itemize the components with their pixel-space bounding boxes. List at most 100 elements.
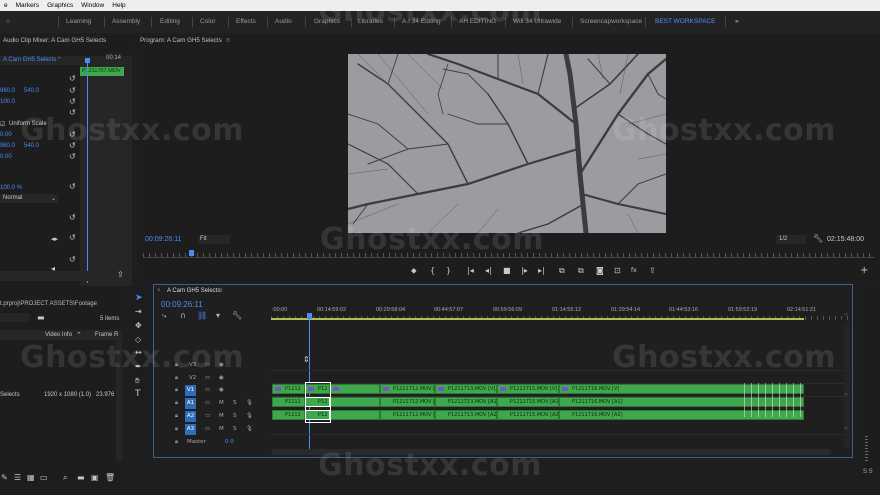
timeline-settings-icon[interactable]: 🔧︎ <box>232 311 242 320</box>
program-playhead[interactable] <box>189 250 194 256</box>
source-dropdown[interactable]: A Cam GH5 Selects * <box>3 57 60 63</box>
track-target-v1[interactable]: V1 <box>185 385 196 396</box>
reset-icon[interactable]: ↺ <box>69 87 76 95</box>
scrollbar[interactable] <box>124 56 132 286</box>
nest-icon[interactable]: ⤷ <box>162 311 166 320</box>
type-tool-icon[interactable]: T <box>135 390 141 399</box>
clip-a2[interactable] <box>330 410 380 420</box>
search-icon[interactable]: ⌕ <box>63 474 67 482</box>
lock-icon[interactable]: 🔒︎ <box>175 426 178 433</box>
lock-icon[interactable]: 🔒︎ <box>175 387 178 394</box>
workspace-tab-color[interactable]: Color <box>200 18 216 25</box>
mic-icon[interactable]: 🎙︎ <box>246 426 253 432</box>
keyframe-icon[interactable]: ◂▸ <box>51 235 58 243</box>
comparison-icon[interactable]: ⊡ <box>614 267 621 275</box>
val-000[interactable]: 0.00 <box>0 132 12 138</box>
eye-icon[interactable]: ◉ <box>219 375 224 381</box>
clip-a2[interactable]: P1211712.MOV [A2] <box>380 410 435 420</box>
position-x[interactable]: 960.0 <box>0 88 15 94</box>
track-target-a3[interactable]: A3 <box>185 424 196 435</box>
eye-icon[interactable]: ◉ <box>219 387 224 393</box>
reset-icon[interactable]: ↺ <box>69 75 76 83</box>
lock-icon[interactable]: 🔒︎ <box>175 413 178 420</box>
add-marker-icon[interactable]: ▾ <box>216 311 220 320</box>
lock-icon[interactable]: 🔒︎ <box>175 439 178 446</box>
project-item-name[interactable]: Selects <box>0 392 20 398</box>
add-button-icon[interactable]: + <box>860 266 868 276</box>
reset-icon[interactable]: ↺ <box>69 98 76 106</box>
step-forward-icon[interactable]: |▸ <box>521 267 528 275</box>
workspace-tab-best[interactable]: BEST WORKSPACE <box>655 18 715 25</box>
clip-v1[interactable]: P1211713.MOV [V] <box>435 384 497 394</box>
trash-icon[interactable]: 🗑︎ <box>105 474 115 482</box>
grid-view-icon[interactable]: ▦ <box>27 474 35 482</box>
clip-a1[interactable]: P1211 <box>272 397 305 407</box>
scroll-marker-icon[interactable]: ○ <box>844 426 848 432</box>
new-bin-icon[interactable]: ▬ <box>77 474 85 482</box>
menu-help[interactable]: Help <box>108 2 129 9</box>
effect-controls-tab[interactable]: Audio Clip Mixer: A Cam GH5 Selects <box>0 35 132 46</box>
ripple-edit-icon[interactable]: ✥ <box>135 322 142 330</box>
mark-out-icon[interactable]: } <box>446 267 451 275</box>
wrench-icon[interactable]: 🔧︎ <box>813 235 823 243</box>
val-00[interactable]: 0.00 <box>0 154 12 160</box>
export-icon[interactable]: ⇪ <box>117 271 124 279</box>
blend-mode-dropdown[interactable]: Normal <box>3 195 22 201</box>
clip-v1[interactable] <box>330 384 380 394</box>
clip-a2[interactable]: P1211715.MOV [A2] <box>497 410 559 420</box>
program-timecode[interactable]: 00:09:26:11 <box>145 236 181 243</box>
close-icon[interactable]: × <box>157 288 161 294</box>
work-area-bar[interactable] <box>271 318 804 320</box>
opacity-value[interactable]: 100.0 % <box>0 185 22 191</box>
menu-window[interactable]: Window <box>77 2 108 9</box>
solo-button[interactable]: S <box>233 413 237 419</box>
go-to-out-icon[interactable]: ▸| <box>538 267 545 275</box>
clip-a1[interactable]: P1211713.MOV [A1] <box>435 397 497 407</box>
fx-icon[interactable]: fx <box>631 267 637 275</box>
extract-icon[interactable]: ⧉ <box>578 267 584 275</box>
sync-lock-icon[interactable]: ▭ <box>205 375 210 381</box>
reset-icon[interactable]: ↺ <box>69 153 76 161</box>
workspace-tab-learning[interactable]: Learning <box>66 18 91 25</box>
lock-icon[interactable]: 🔒︎ <box>175 375 178 382</box>
sync-lock-icon[interactable]: ▭ <box>205 426 210 432</box>
selection-tool-icon[interactable]: ➤ <box>135 294 143 303</box>
lift-icon[interactable]: ⧉ <box>559 267 565 275</box>
reset-icon[interactable]: ↺ <box>69 256 76 264</box>
scroll-marker-icon[interactable]: ○ <box>844 392 848 398</box>
workspace-tab-assembly[interactable]: Assembly <box>112 18 140 25</box>
pencil-icon[interactable]: ✎ <box>1 474 8 482</box>
lock-icon[interactable]: 🔒︎ <box>175 400 178 407</box>
scale-value[interactable]: 100.0 <box>0 99 15 105</box>
resolution-dropdown[interactable]: 1/2 <box>779 236 787 242</box>
solo-button[interactable]: S <box>233 426 237 432</box>
camera-icon[interactable]: ◙ <box>596 267 604 275</box>
reset-icon[interactable]: ↺ <box>69 183 76 191</box>
workspace-tab-screencap[interactable]: Screencapworkspace <box>580 18 642 25</box>
hand-tool-icon[interactable]: ✋︎ <box>135 377 140 385</box>
snap-icon[interactable]: ∩ <box>180 311 186 320</box>
meter-solo-labels[interactable]: S S <box>863 469 873 475</box>
mic-icon[interactable]: 🎙︎ <box>246 413 253 419</box>
track-target-a2[interactable]: A2 <box>185 411 196 422</box>
solo-button[interactable]: S <box>233 400 237 406</box>
mute-button[interactable]: M <box>219 413 224 419</box>
workspace-tab-audio[interactable]: Audio <box>275 18 292 25</box>
scroll-up-icon[interactable]: ○ <box>844 312 848 318</box>
anchor-x[interactable]: 960.0 <box>0 143 15 149</box>
menu-icon[interactable]: ≡ <box>226 37 230 44</box>
col-video-info[interactable]: Video Info <box>45 332 72 338</box>
sync-lock-icon[interactable]: ▭ <box>205 413 210 419</box>
timeline-timecode[interactable]: 00:09:26:11 <box>161 300 203 309</box>
workspace-tab-effects[interactable]: Effects <box>236 18 256 25</box>
go-to-in-icon[interactable]: |◂ <box>467 267 474 275</box>
folder-icon[interactable]: ▬ <box>37 314 45 322</box>
menu-icon[interactable]: ≡ <box>219 288 223 294</box>
reset-icon[interactable]: ↺ <box>69 214 76 222</box>
clip-a2[interactable]: P1211713.MOV [A2] <box>435 410 497 420</box>
search-field[interactable] <box>0 313 30 322</box>
clip-v1[interactable]: P1211712.MOV [V] <box>380 384 435 394</box>
fit-dropdown[interactable]: Fit <box>200 236 207 242</box>
stop-icon[interactable]: ■ <box>503 267 511 275</box>
freeform-view-icon[interactable]: ▭ <box>40 474 48 482</box>
